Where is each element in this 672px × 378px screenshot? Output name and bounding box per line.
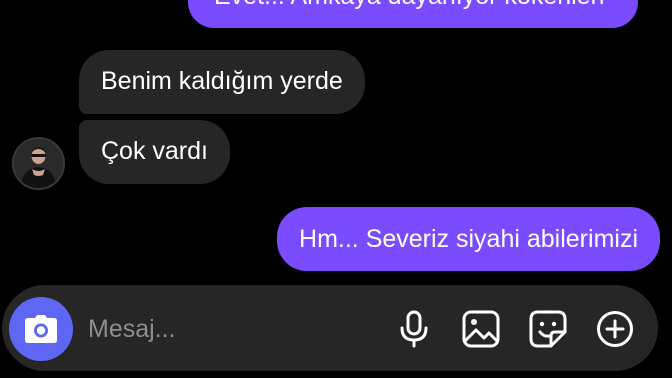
microphone-button[interactable] (394, 309, 434, 349)
incoming-message[interactable]: Çok vardı (79, 120, 230, 184)
camera-icon (25, 315, 57, 343)
incoming-message[interactable]: Benim kaldığım yerde (79, 50, 365, 114)
sticker-button[interactable] (528, 309, 568, 349)
gallery-button[interactable] (461, 309, 501, 349)
microphone-icon (400, 310, 428, 348)
avatar[interactable] (12, 137, 65, 190)
message-input[interactable] (88, 310, 368, 348)
outgoing-message[interactable]: Evet... Amkaya dayanıyor kökenleri (188, 0, 638, 28)
camera-button[interactable] (9, 297, 73, 361)
outgoing-message[interactable]: Hm... Severiz siyahi abilerimizi (277, 207, 660, 271)
add-button[interactable] (595, 309, 635, 349)
sticker-icon (529, 310, 567, 348)
gallery-icon (462, 310, 500, 348)
profile-photo (14, 139, 63, 188)
message-text: Hm... Severiz siyahi abilerimizi (299, 225, 638, 253)
message-text: Çok vardı (101, 137, 208, 165)
message-text: Benim kaldığım yerde (101, 67, 343, 95)
message-text: Evet... Amkaya dayanıyor kökenleri (214, 0, 612, 9)
plus-icon (597, 311, 633, 347)
